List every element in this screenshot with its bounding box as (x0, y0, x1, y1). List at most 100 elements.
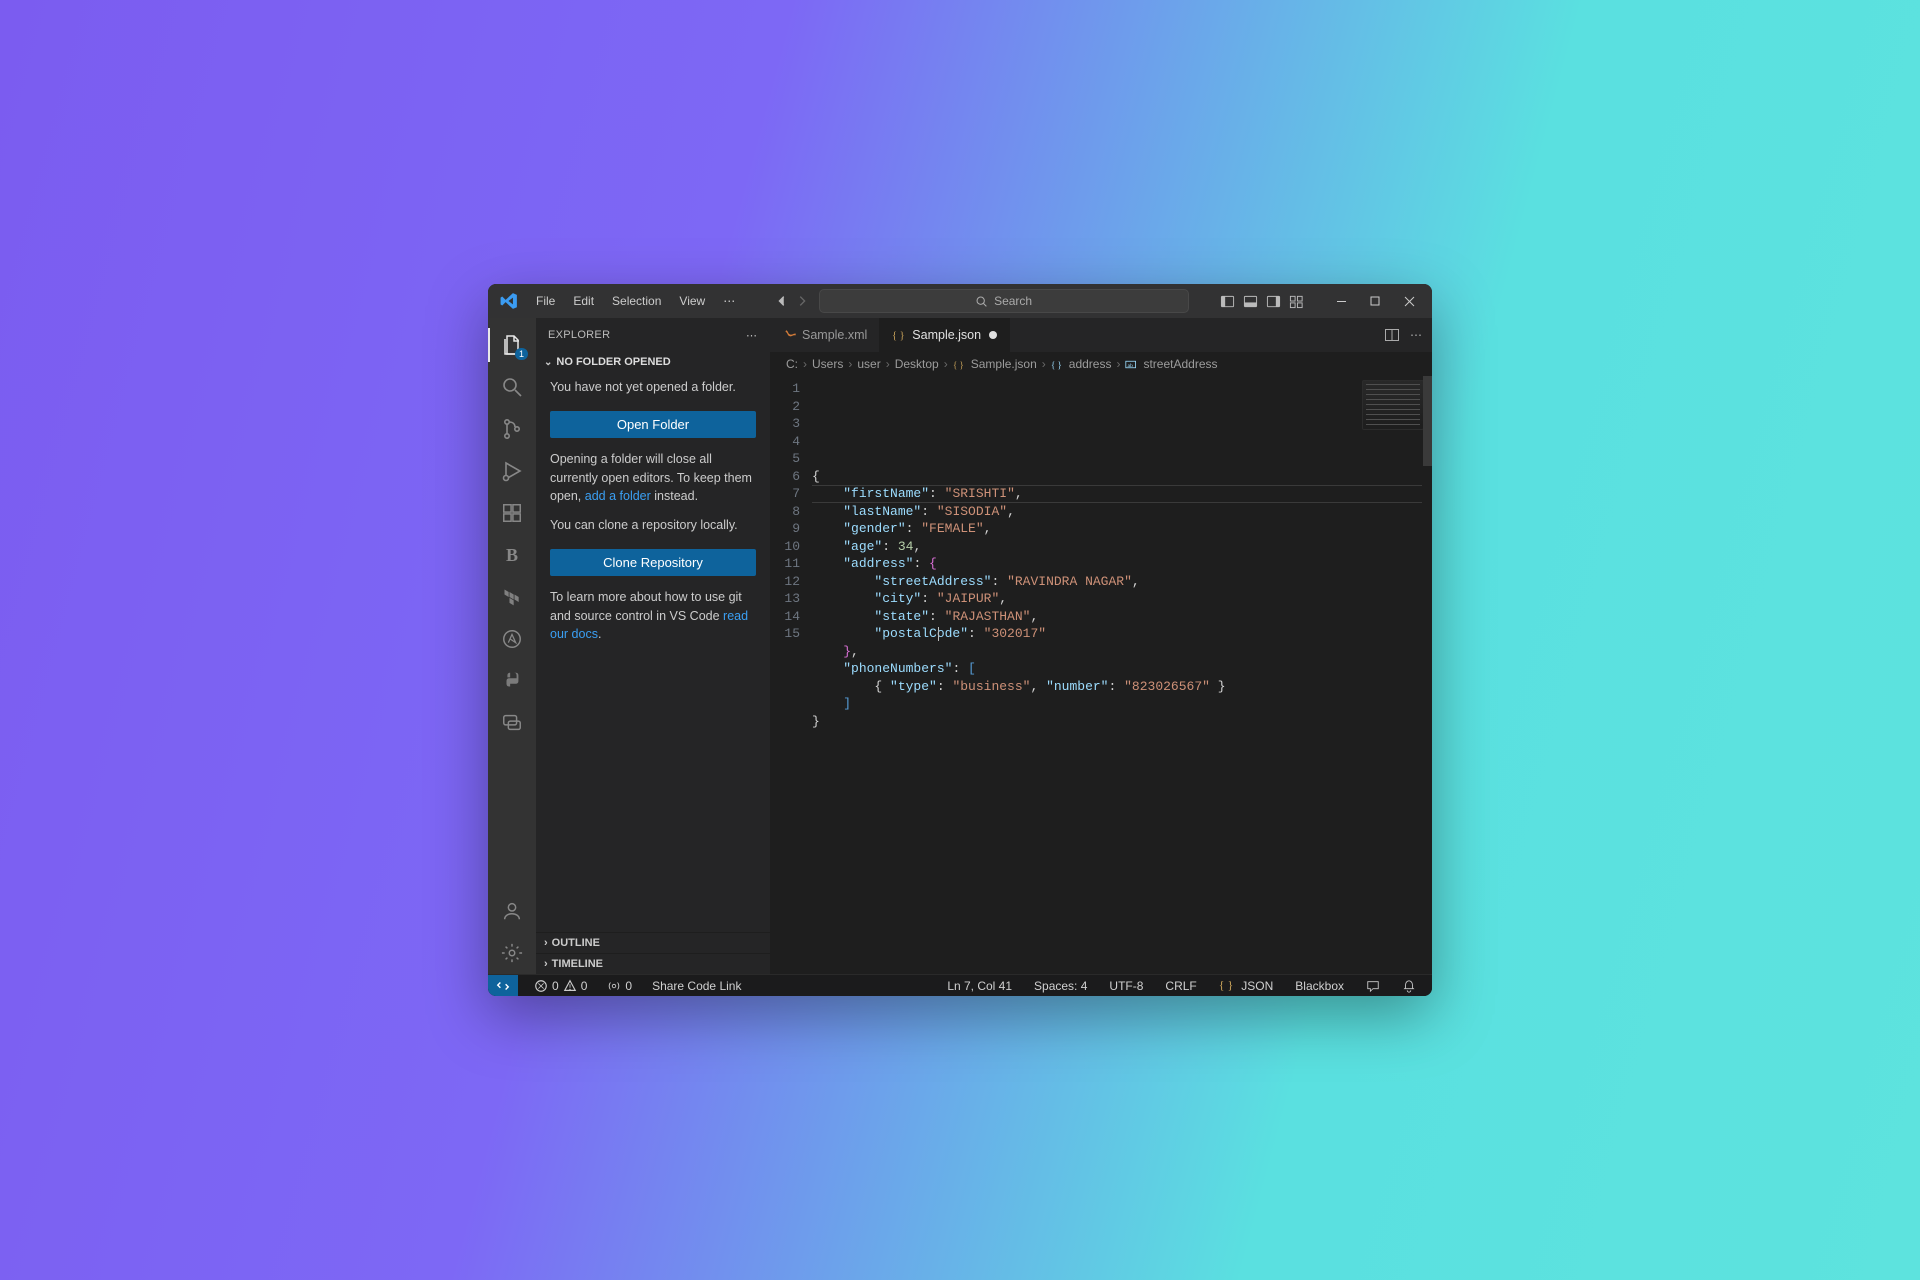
code-line[interactable]: "state": "RAJASTHAN", (812, 608, 1432, 626)
breadcrumbs[interactable]: C:›Users›user›Desktop›{ }Sample.json›{ }… (770, 352, 1432, 376)
layout-sidebar-left-icon[interactable] (1220, 294, 1235, 309)
tab-more-icon[interactable]: ⋯ (1410, 328, 1422, 342)
section-timeline[interactable]: ›TIMELINE (536, 953, 770, 974)
activity-ext-chat-icon[interactable] (488, 702, 536, 744)
breadcrumb-segment[interactable]: streetAddress (1143, 357, 1217, 371)
status-bar: 0 0 0 Share Code Link Ln 7, Col 41 Space… (488, 974, 1432, 996)
activity-explorer-icon[interactable]: 1 (488, 324, 536, 366)
code-line[interactable]: "gender": "FEMALE", (812, 520, 1432, 538)
activity-ext-terraform-icon[interactable] (488, 576, 536, 618)
window-close-icon[interactable] (1392, 287, 1426, 315)
nav-fwd-icon[interactable] (795, 294, 809, 308)
code-editor[interactable]: 123456789101112131415 { "firstName": "SR… (770, 376, 1432, 974)
menu-selection[interactable]: Selection (604, 290, 669, 312)
code-line[interactable]: "streetAddress": "RAVINDRA NAGAR", (812, 573, 1432, 591)
sidebar-explorer: EXPLORER ⋯ ⌄ NO FOLDER OPENED You have n… (536, 318, 770, 974)
sidebar-more-icon[interactable]: ⋯ (746, 329, 758, 342)
activity-source-control-icon[interactable] (488, 408, 536, 450)
activity-search-icon[interactable] (488, 366, 536, 408)
window-minimize-icon[interactable] (1324, 287, 1358, 315)
breadcrumb-segment[interactable]: user (857, 357, 880, 371)
code-line[interactable]: "city": "JAIPUR", (812, 590, 1432, 608)
window-maximize-icon[interactable] (1358, 287, 1392, 315)
code-line[interactable]: "address": { (812, 555, 1432, 573)
search-placeholder: Search (994, 294, 1032, 308)
status-feedback-icon[interactable] (1362, 979, 1384, 993)
activity-extensions-icon[interactable] (488, 492, 536, 534)
line-numbers: 123456789101112131415 (770, 376, 812, 974)
activity-ext-ansible-icon[interactable] (488, 618, 536, 660)
breadcrumb-icon: { } (953, 358, 966, 371)
no-folder-text: You have not yet opened a folder. (550, 378, 756, 397)
section-outline[interactable]: ›OUTLINE (536, 932, 770, 953)
code-line[interactable]: "firstName": "SRISHTI", (812, 485, 1432, 503)
code-line[interactable]: "age": 34, (812, 538, 1432, 556)
menubar: File Edit Selection View ⋯ (528, 290, 743, 312)
svg-text:{ }: { } (892, 331, 905, 342)
tab-sample-xml[interactable]: Sample.xml (770, 318, 880, 352)
tab-sample-json[interactable]: { } Sample.json (880, 318, 1010, 352)
menu-file[interactable]: File (528, 290, 563, 312)
status-spaces[interactable]: Spaces: 4 (1030, 979, 1091, 993)
editor-group: Sample.xml { } Sample.json ⋯ C:›Users›us… (770, 318, 1432, 974)
code-line[interactable]: } (812, 713, 1432, 731)
nav-arrows (775, 294, 809, 308)
code-line[interactable]: "phoneNumbers": [ (812, 660, 1432, 678)
layout-sidebar-right-icon[interactable] (1266, 294, 1281, 309)
status-bell-icon[interactable] (1398, 979, 1420, 993)
activity-bar: 1 B (488, 318, 536, 974)
status-blackbox[interactable]: Blackbox (1291, 979, 1348, 993)
activity-ext-b-icon[interactable]: B (488, 534, 536, 576)
activity-ext-python-icon[interactable] (488, 660, 536, 702)
code-line[interactable]: "postalCode": "302017" (812, 625, 1432, 643)
breadcrumb-segment[interactable]: Desktop (895, 357, 939, 371)
status-eol[interactable]: CRLF (1161, 979, 1200, 993)
breadcrumb-segment[interactable]: Sample.json (971, 357, 1037, 371)
breadcrumb-icon: ab (1125, 359, 1138, 370)
breadcrumb-icon: { } (1051, 358, 1064, 371)
menu-more-icon[interactable]: ⋯ (715, 290, 743, 312)
nav-back-icon[interactable] (775, 294, 789, 308)
open-folder-hint: Opening a folder will close all currentl… (550, 450, 756, 506)
breadcrumb-segment[interactable]: address (1069, 357, 1112, 371)
section-no-folder[interactable]: ⌄ NO FOLDER OPENED (536, 352, 770, 372)
activity-accounts-icon[interactable] (488, 890, 536, 932)
menu-view[interactable]: View (671, 290, 713, 312)
remote-indicator-icon[interactable] (488, 975, 518, 997)
dirty-indicator-icon (989, 331, 997, 339)
open-folder-button[interactable]: Open Folder (550, 411, 756, 438)
status-problems[interactable]: 0 0 (530, 979, 591, 993)
add-folder-link[interactable]: add a folder (585, 489, 651, 503)
status-ln-col[interactable]: Ln 7, Col 41 (943, 979, 1016, 993)
code-line[interactable]: }, (812, 643, 1432, 661)
docs-hint: To learn more about how to use git and s… (550, 588, 756, 644)
breadcrumb-segment[interactable]: Users (812, 357, 843, 371)
sidebar-title: EXPLORER (548, 329, 610, 341)
scrollbar[interactable] (1423, 376, 1432, 466)
status-share-link[interactable]: Share Code Link (648, 979, 745, 993)
code-line[interactable]: { (812, 468, 1432, 486)
status-encoding[interactable]: UTF-8 (1105, 979, 1147, 993)
activity-settings-icon[interactable] (488, 932, 536, 974)
minimap[interactable] (1362, 380, 1424, 430)
command-center-search[interactable]: Search (819, 289, 1189, 313)
chevron-right-icon: › (544, 937, 548, 949)
layout-customize-icon[interactable] (1289, 294, 1304, 309)
split-editor-icon[interactable] (1384, 327, 1400, 343)
code-line[interactable]: { "type": "business", "number": "8230265… (812, 678, 1432, 696)
layout-panel-icon[interactable] (1243, 294, 1258, 309)
vscode-logo-icon (498, 290, 520, 312)
code-line[interactable]: ] (812, 695, 1432, 713)
breadcrumb-segment[interactable]: C: (786, 357, 798, 371)
activity-run-debug-icon[interactable] (488, 450, 536, 492)
vscode-window: File Edit Selection View ⋯ Search (488, 284, 1432, 996)
status-language[interactable]: { }JSON (1215, 978, 1278, 993)
status-ports[interactable]: 0 (603, 979, 636, 993)
clone-repository-button[interactable]: Clone Repository (550, 549, 756, 576)
svg-text:{ }: { } (953, 359, 964, 369)
code-line[interactable]: "lastName": "SISODIA", (812, 503, 1432, 521)
editor-tabs: Sample.xml { } Sample.json ⋯ (770, 318, 1432, 352)
menu-edit[interactable]: Edit (565, 290, 602, 312)
xml-file-icon (782, 328, 796, 342)
svg-text:ab: ab (1128, 362, 1134, 368)
